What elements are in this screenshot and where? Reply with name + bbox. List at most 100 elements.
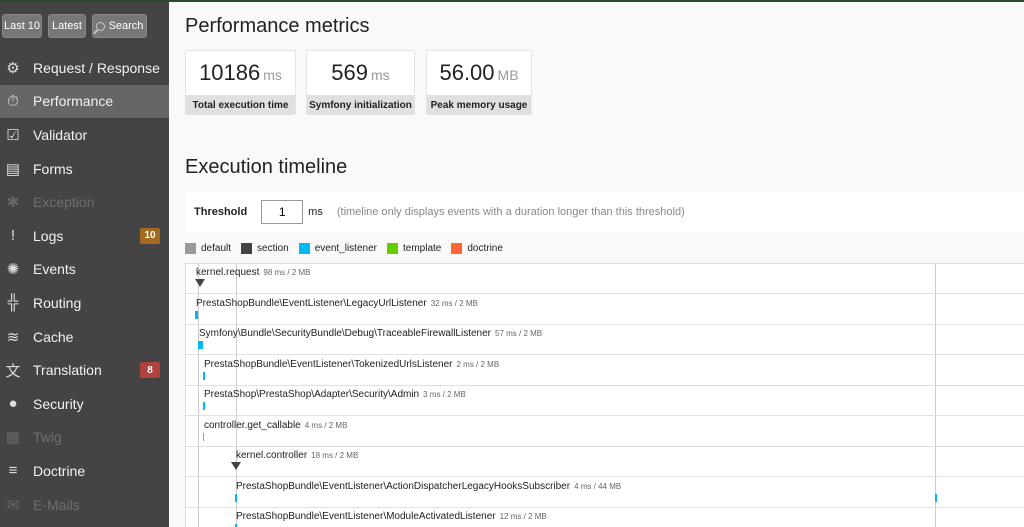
legend-item-event-listener[interactable]: event_listener <box>298 243 377 254</box>
legend-item-template[interactable]: template <box>386 243 442 254</box>
menu-item-cache[interactable]: ≋ Cache <box>0 320 169 354</box>
main-panel: Performance metrics 10186 ms Total execut… <box>169 2 1024 527</box>
menu-item-validator[interactable]: ☑ Validator <box>0 118 169 152</box>
metric-unit: MB <box>497 67 519 83</box>
legend-swatch <box>386 243 398 254</box>
threshold-input[interactable] <box>261 200 304 224</box>
event-meta: 12 ms / 2 MB <box>499 512 547 521</box>
event-name: PrestaShopBundle\EventListener\ModuleAct… <box>236 511 547 522</box>
section-marker <box>195 279 205 287</box>
event-bar[interactable] <box>203 371 205 380</box>
sidebar: Last 10 Latest Search ⚙ Request / Respons… <box>0 2 169 527</box>
envelope-icon: ✉ <box>6 496 20 514</box>
event-name: PrestaShopBundle\EventListener\ActionDis… <box>236 481 621 492</box>
metric-value: 569 <box>331 60 369 85</box>
legend-label: template <box>402 243 442 254</box>
event-meta: 4 ms / 2 MB <box>304 420 348 430</box>
menu-item-label: Exception <box>33 194 95 211</box>
metric-label: Total execution time <box>186 95 295 115</box>
menu-item-label: Validator <box>33 126 88 143</box>
legend-label: section <box>257 243 289 254</box>
legend-swatch <box>241 243 253 254</box>
form-icon: ▤ <box>5 160 21 178</box>
legend-item-doctrine[interactable]: doctrine <box>451 243 503 254</box>
menu-item-label: Performance <box>33 93 114 110</box>
count-badge: 10 <box>140 227 160 244</box>
event-meta: 2 ms / 2 MB <box>456 359 500 369</box>
timeline-row: PrestaShopBundle\EventListener\ModuleAct… <box>186 508 1024 527</box>
menu-item-routing[interactable]: ╬ Routing <box>0 286 169 320</box>
last-10-button[interactable]: Last 10 <box>2 14 42 38</box>
legend-swatch <box>298 243 310 254</box>
routing-icon: ╬ <box>7 294 19 312</box>
menu-item-performance[interactable]: ⏱ Performance <box>0 84 169 119</box>
event-name: kernel.request 98 ms / 2 MB <box>196 267 311 278</box>
menu-item-logs[interactable]: ! Logs 10 <box>0 219 169 253</box>
event-meta: 4 ms / 44 MB <box>574 481 622 491</box>
event-name-text: PrestaShopBundle\EventListener\Tokenized… <box>204 358 453 370</box>
timeline-row: controller.get_callable 4 ms / 2 MB <box>186 417 1024 447</box>
menu-item-forms[interactable]: ▤ Forms <box>0 152 169 186</box>
event-meta: 18 ms / 2 MB <box>311 451 359 460</box>
menu-item-translation[interactable]: 文 Translation 8 <box>0 353 169 387</box>
timeline-row: PrestaShop\PrestaShop\Adapter\Security\A… <box>186 386 1024 416</box>
profiler-menu: ⚙ Request / Response ⏱ Performance ☑ Validato… <box>0 51 169 521</box>
legend-swatch <box>185 243 196 254</box>
metric-peak-memory-usage: 56.00 MB Peak memory usage <box>426 50 532 115</box>
menu-item-security[interactable]: ● Security <box>0 387 169 421</box>
threshold-label: Threshold <box>194 206 248 218</box>
menu-item-twig[interactable]: ▦ Twig <box>0 421 169 455</box>
timeline-row: PrestaShopBundle\EventListener\ActionDis… <box>186 478 1024 508</box>
event-bar[interactable] <box>935 493 937 502</box>
menu-item-label: Security <box>33 395 84 412</box>
event-meta: 57 ms / 2 MB <box>495 329 543 338</box>
event-bar[interactable] <box>203 402 205 410</box>
performance-title: Performance metrics <box>185 15 370 37</box>
timeline-row: Symfony\Bundle\SecurityBundle\Debug\Trac… <box>186 325 1024 355</box>
metric-label: Symfony initialization <box>307 95 414 115</box>
menu-item-label: Forms <box>33 160 73 177</box>
timeline-chart: kernel.request 98 ms / 2 MB PrestaShopBund… <box>185 263 1024 527</box>
timeline-row: PrestaShopBundle\EventListener\LegacyUrl… <box>186 295 1024 325</box>
metric-total-execution-time: 10186 ms Total execution time <box>185 50 296 115</box>
menu-item-events[interactable]: ✺ Events <box>0 253 169 287</box>
count-badge: 8 <box>140 362 160 379</box>
event-bar[interactable] <box>235 493 237 502</box>
layers-icon: ≋ <box>6 328 20 346</box>
event-name: Symfony\Bundle\SecurityBundle\Debug\Trac… <box>199 328 542 339</box>
menu-item-label: Cache <box>33 328 74 345</box>
event-bar[interactable] <box>203 432 204 441</box>
user-icon: ● <box>8 395 18 413</box>
event-name: controller.get_callable 4 ms / 2 MB <box>204 420 347 431</box>
event-name-text: PrestaShopBundle\EventListener\ModuleAct… <box>236 511 496 522</box>
search-icon <box>95 21 105 31</box>
threshold-unit: ms <box>308 206 323 218</box>
search-button[interactable]: Search <box>92 14 147 38</box>
legend-item-default[interactable]: default <box>185 243 231 254</box>
menu-item-request-response[interactable]: ⚙ Request / Response <box>0 51 169 85</box>
metric-label: Peak memory usage <box>427 95 531 115</box>
legend-item-section[interactable]: section <box>241 243 289 254</box>
timeline-row: kernel.request 98 ms / 2 MB <box>186 264 1024 294</box>
metric-symfony-initialization: 569 ms Symfony initialization <box>306 50 415 115</box>
twig-icon: ▦ <box>5 429 21 447</box>
menu-item-doctrine[interactable]: ≡ Doctrine <box>0 454 169 488</box>
event-name: kernel.controller 18 ms / 2 MB <box>236 450 358 461</box>
event-bar[interactable] <box>195 310 198 319</box>
event-name: PrestaShopBundle\EventListener\Tokenized… <box>204 359 499 370</box>
metric-value: 56.00 <box>439 60 495 85</box>
event-meta: 98 ms / 2 MB <box>263 268 311 277</box>
events-icon: ✺ <box>6 261 20 279</box>
event-bar[interactable] <box>198 341 203 349</box>
latest-button[interactable]: Latest <box>48 14 86 38</box>
menu-item-exception[interactable]: ✱ Exception <box>0 185 169 219</box>
event-name-text: controller.get_callable <box>204 419 301 431</box>
menu-item-e-mails[interactable]: ✉ E-Mails <box>0 488 169 522</box>
metric-unit: ms <box>371 67 390 83</box>
menu-item-label: Twig <box>33 429 62 446</box>
legend-label: doctrine <box>467 243 503 254</box>
event-name: PrestaShop\PrestaShop\Adapter\Security\A… <box>204 389 466 400</box>
section-marker <box>231 462 241 470</box>
timeline-row: kernel.controller 18 ms / 2 MB <box>186 447 1024 477</box>
event-name-text: kernel.controller <box>236 450 308 461</box>
